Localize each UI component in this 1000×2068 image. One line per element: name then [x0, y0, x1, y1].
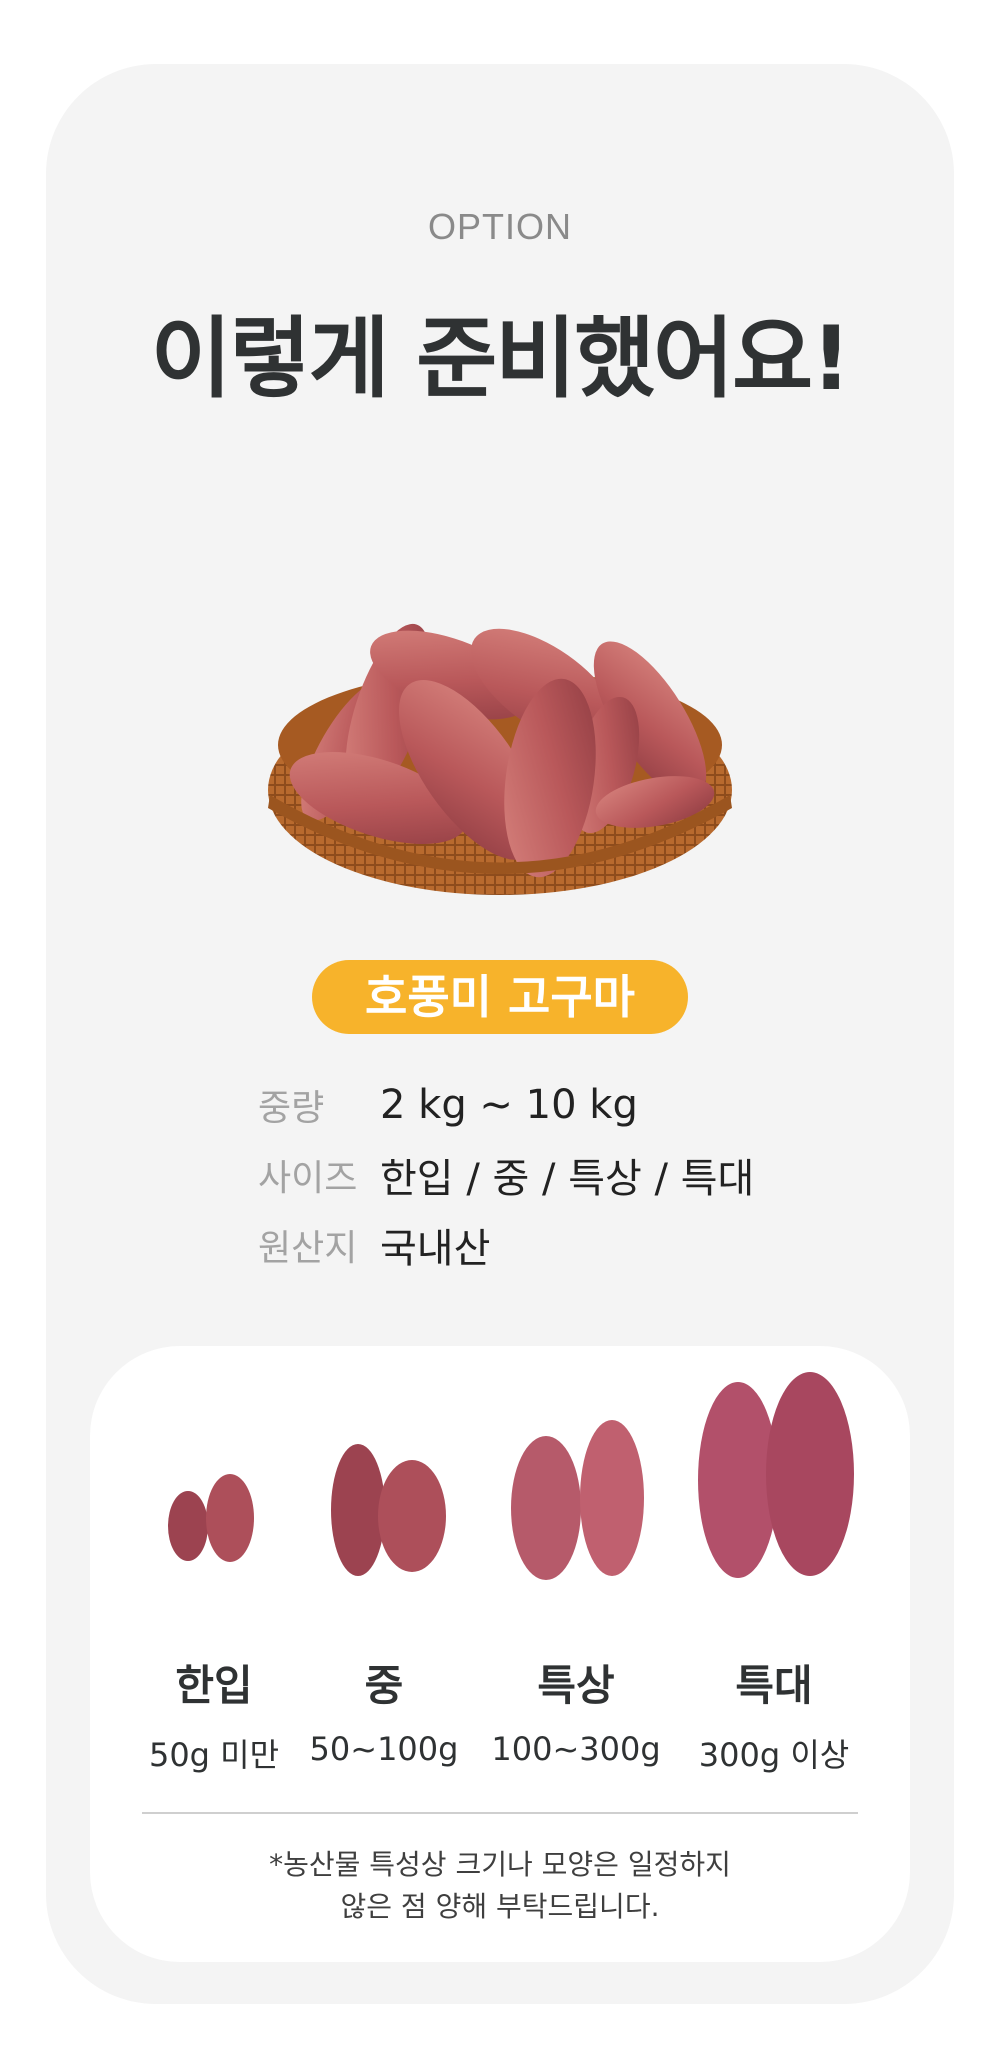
disclaimer-note: *농산물 특성상 크기나 모양은 일정하지 않은 점 양해 부탁드립니다. — [90, 1844, 910, 1928]
spec-label: 중량 — [258, 1088, 325, 1129]
spec-row-size: 사이즈 한입 / 중 / 특상 / 특대 — [258, 1140, 754, 1210]
size-name: 중 — [364, 1661, 404, 1710]
size-weight: 300g 이상 — [698, 1736, 850, 1774]
spec-row-origin: 원산지 국내산 — [258, 1210, 754, 1280]
eyebrow-label: OPTION — [427, 206, 572, 247]
spec-value: 국내산 — [380, 1226, 491, 1272]
spec-list: 중량 2 kg ~ 10 kg 사이즈 한입 / 중 / 특상 / 특대 원산지… — [258, 1070, 754, 1280]
spec-value: 한입 / 중 / 특상 / 특대 — [380, 1156, 755, 1202]
page-title: 이렇게 준비했어요! — [150, 307, 851, 410]
medium-potato-image — [331, 1444, 446, 1576]
size-guide-panel: 한입 50g 미만 중 50~100g 특상 100~300g 특대 300g … — [90, 1346, 910, 1962]
disclaimer-line: *농산물 특성상 크기나 모양은 일정하지 — [269, 1848, 731, 1881]
product-name-badge: 호풍미 고구마 — [312, 960, 688, 1034]
spec-label: 사이즈 — [258, 1158, 358, 1199]
spec-value: 2 kg ~ 10 kg — [380, 1082, 638, 1128]
disclaimer-line: 않은 점 양해 부탁드립니다. — [340, 1890, 660, 1923]
premium-potato-image — [511, 1420, 644, 1580]
extra-large-potato-image — [698, 1372, 854, 1578]
divider — [142, 1812, 858, 1814]
spec-label: 원산지 — [258, 1228, 358, 1269]
size-name: 특대 — [735, 1661, 813, 1710]
size-name: 특상 — [537, 1661, 615, 1710]
sweet-potato-basket-image — [268, 623, 732, 895]
spec-row-weight: 중량 2 kg ~ 10 kg — [258, 1070, 754, 1140]
